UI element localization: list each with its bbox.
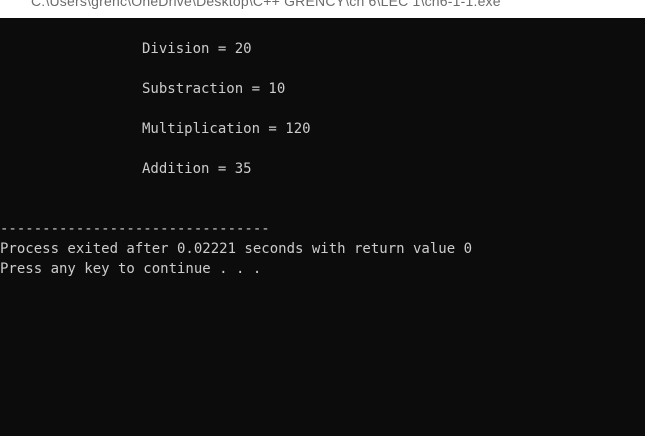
output-line-division: Division = 20 xyxy=(142,41,252,57)
window-title: C:\Users\grenc\OneDrive\Desktop\C++ GREN… xyxy=(31,0,501,9)
console-output[interactable]: Division = 20 Substraction = 10 Multipli… xyxy=(0,18,645,436)
title-bar[interactable]: C:\Users\grenc\OneDrive\Desktop\C++ GREN… xyxy=(0,0,645,18)
continue-prompt: Press any key to continue . . . xyxy=(0,261,262,277)
process-exit-message: Process exited after 0.02221 seconds wit… xyxy=(0,241,473,257)
separator-line: -------------------------------- xyxy=(0,221,270,237)
console-window[interactable]: C:\Users\grenc\OneDrive\Desktop\C++ GREN… xyxy=(0,0,645,436)
output-line-addition: Addition = 35 xyxy=(142,161,252,177)
output-line-multiplication: Multiplication = 120 xyxy=(142,121,311,137)
output-line-subtraction: Substraction = 10 xyxy=(142,81,286,97)
